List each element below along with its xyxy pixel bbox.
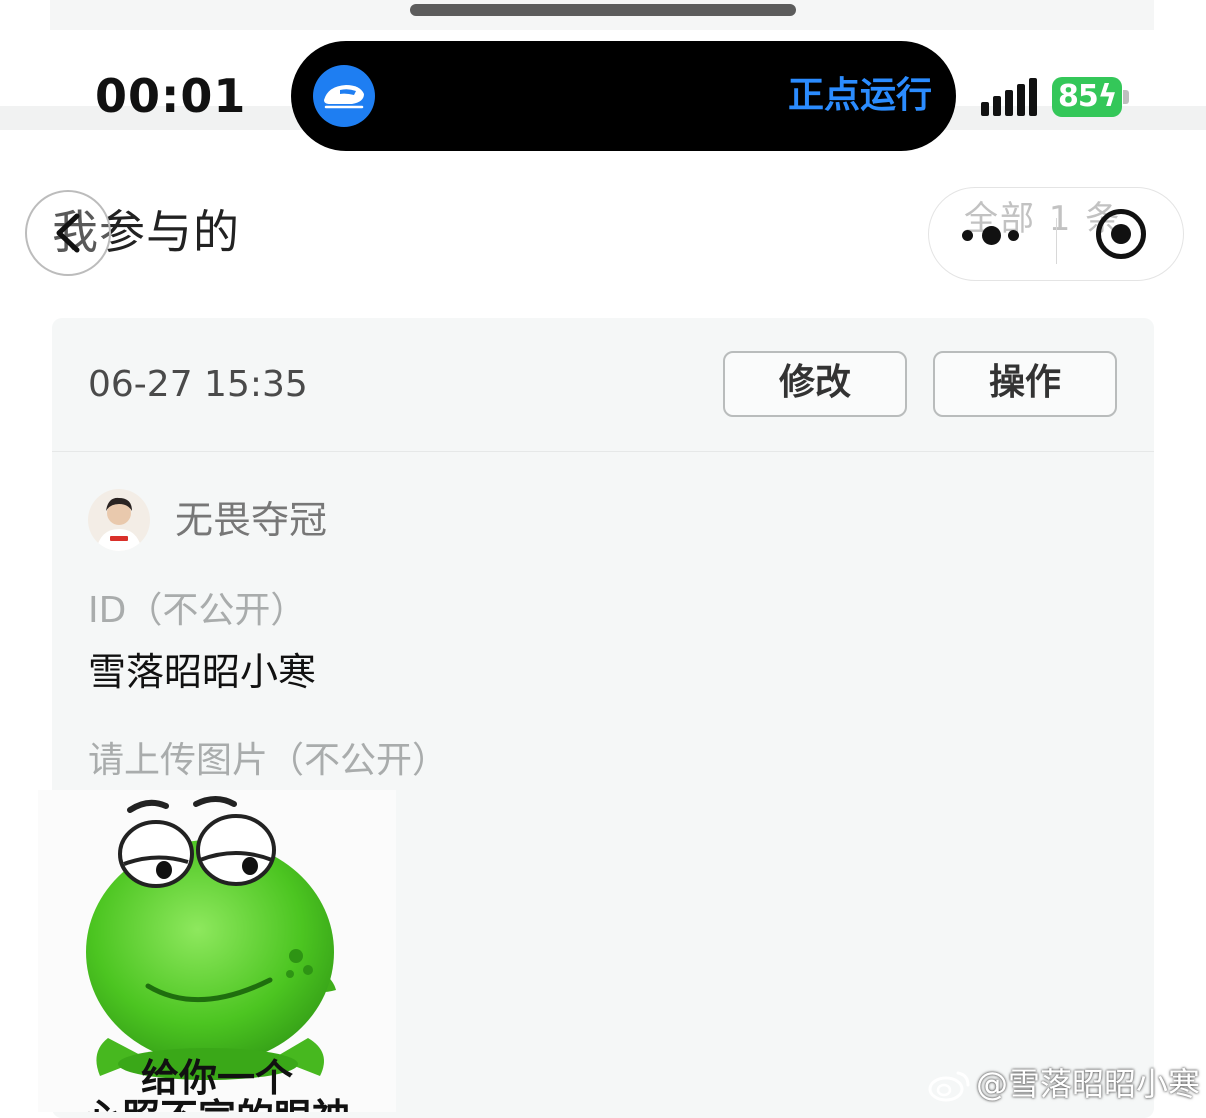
charging-bolt-icon: ϟ [1097,79,1118,114]
battery-level: 85 [1058,79,1099,114]
record-timestamp: 06-27 15:35 [88,364,308,405]
uploaded-image[interactable]: 给你一个 心照不宣的眼神 [38,790,396,1112]
id-label: ID（不公开） [88,590,307,631]
battery-indicator: 85ϟ [1052,77,1122,117]
train-icon [313,65,375,127]
action-button[interactable]: 操作 [933,351,1117,417]
more-dots-icon[interactable] [962,224,1024,245]
weibo-icon [928,1071,970,1102]
home-indicator [410,4,796,16]
username: 无畏夺冠 [175,498,328,542]
avatar [88,489,150,551]
dynamic-island[interactable]: 正点运行 [291,41,956,151]
chevron-left-icon [56,213,80,253]
id-value: 雪落昭昭小寒 [88,650,317,694]
signal-icon [981,78,1039,116]
watermark-text: @雪落昭昭小寒 [976,1065,1201,1103]
live-activity-text: 正点运行 [787,75,932,116]
card-divider [52,451,1154,452]
image-caption-line2: 心照不宣的眼神 [38,1096,396,1112]
back-button[interactable] [25,190,111,276]
upload-label: 请上传图片（不公开） [88,740,449,781]
capsule-divider [1056,218,1057,264]
target-icon[interactable] [1096,209,1146,259]
watermark: @雪落昭昭小寒 [928,1062,1200,1106]
edit-button[interactable]: 修改 [723,351,907,417]
battery-tip [1123,90,1129,104]
image-caption-line1: 给你一个 [140,1056,293,1100]
status-time: 00:01 [95,69,247,123]
